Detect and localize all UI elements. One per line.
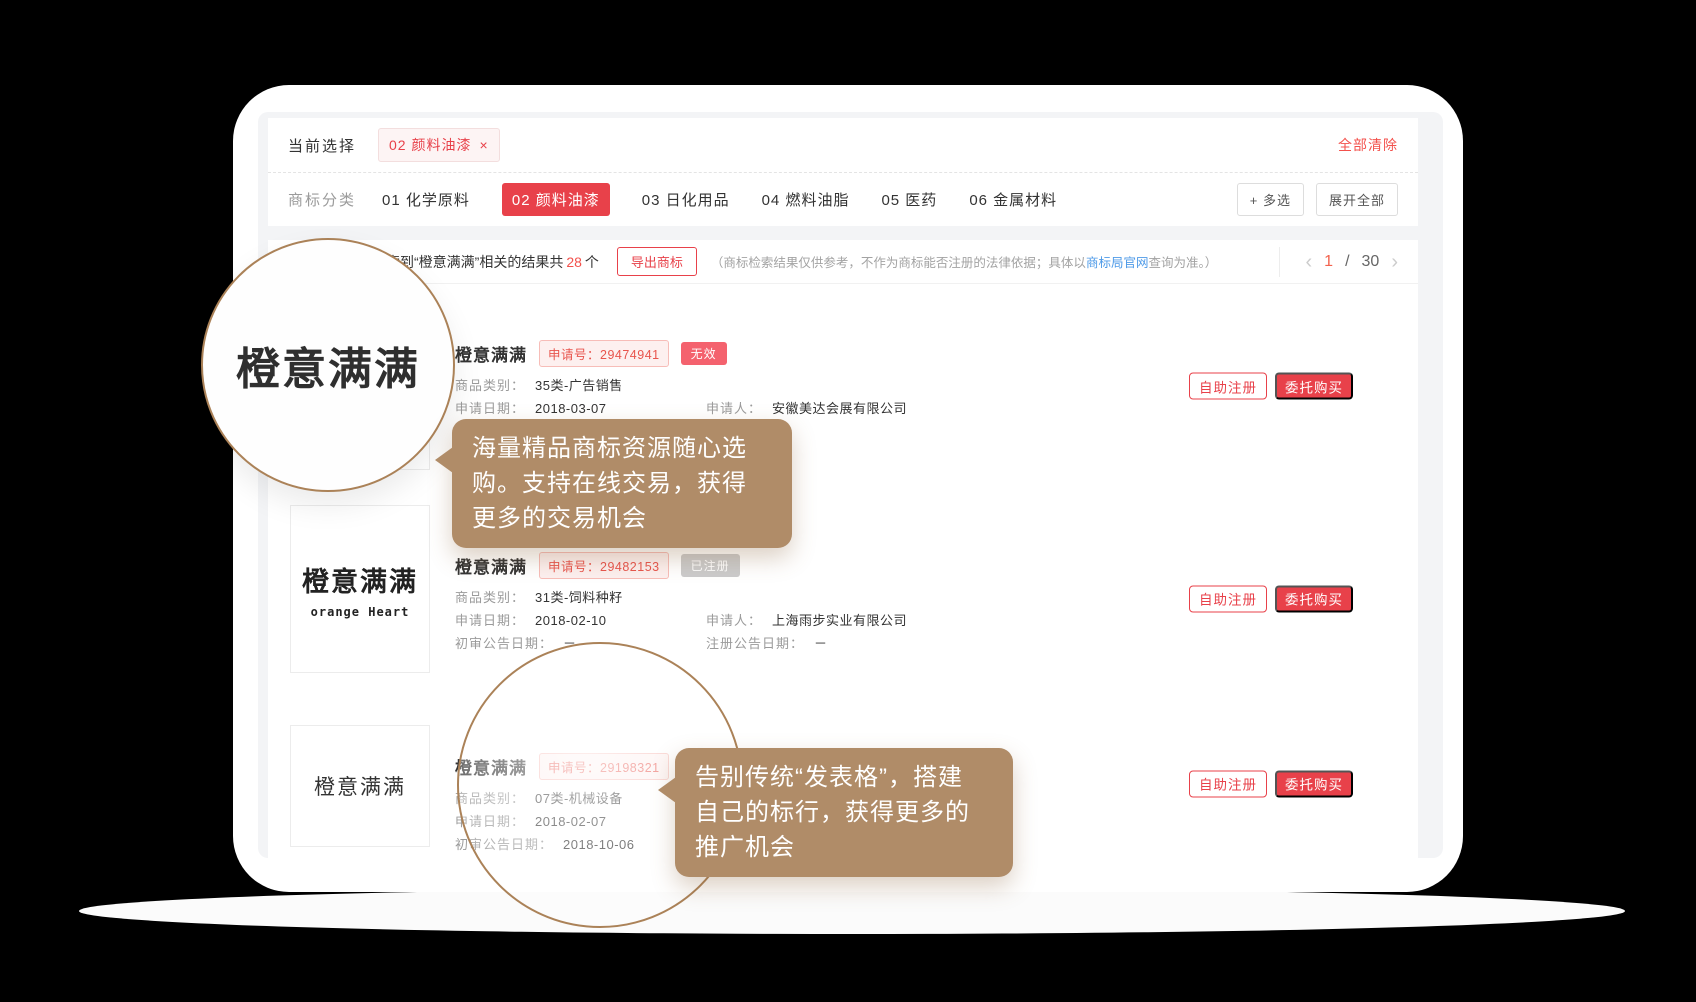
field-label: 商品类别： [455,591,525,605]
category-item[interactable]: 04 燃料油脂 [762,183,850,216]
field-line: 商品类别： 31类-饲料种籽 [455,591,907,605]
field-pair: 申请日期： 2018-02-10 [455,614,706,628]
row-title-line: 橙意满满 申请号：29482153 已注册 [455,552,907,579]
page-screen: 当前选择 02 颜料油漆 × 全部清除 商标分类 01 化学原料02 颜料油漆0… [258,112,1443,858]
category-item[interactable]: 06 金属材料 [969,183,1057,216]
field-line: 商品类别： 35类-广告销售 [455,379,907,393]
results-header: 当前为您在线检索到“橙意满满”相关的结果共28个 导出商标 （商标检索结果仅供参… [268,240,1418,284]
field-value: 35类-广告销售 [535,379,623,393]
entrust-purchase-button[interactable]: 委托购买 [1275,373,1353,400]
field-value: 安徽美达会展有限公司 [772,402,907,416]
tooltip-marketplace: 海量精品商标资源随心选 购。支持在线交易，获得 更多的交易机会 [452,419,792,548]
results-count-suffix: 个 [585,254,599,270]
expand-all-button[interactable]: 展开全部 [1316,183,1398,216]
field-label: 注册公告日期： [706,637,804,651]
trademark-office-link[interactable]: 商标局官网 [1086,256,1149,270]
self-register-button[interactable]: 自助注册 [1189,585,1267,612]
application-number-tag: 申请号：29482153 [539,552,669,579]
field-label: 初审公告日期： [455,637,553,651]
field-pair: 商品类别： 35类-广告销售 [455,379,706,393]
results-count: 28 [563,254,585,270]
status-badge: 已注册 [681,554,740,577]
field-pair: 申请人： 上海雨步实业有限公司 [706,614,907,628]
trademark-image: 橙意满满 [290,725,430,847]
trademark-name: 橙意满满 [455,553,527,578]
field-label: 申请日期： [455,402,525,416]
row-fields: 商品类别： 35类-广告销售申请日期： 2018-03-07 申请人： 安徽美达会展有限… [455,379,907,416]
field-line: 申请日期： 2018-02-10 申请人： 上海雨步实业有限公司 [455,614,907,628]
row-title-line: 橙意满满 申请号：29474941 无效 [455,340,907,367]
filter-panel: 当前选择 02 颜料油漆 × 全部清除 商标分类 01 化学原料02 颜料油漆0… [268,118,1418,226]
close-icon[interactable]: × [479,137,488,153]
self-register-button[interactable]: 自助注册 [1189,373,1267,400]
page-separator: / [1345,253,1349,271]
selected-filter-tag-text: 02 颜料油漆 [389,135,471,155]
field-pair: 商品类别： 31类-饲料种籽 [455,591,706,605]
category-list: 01 化学原料 02 颜料油漆 03 日化用品 04 燃料油脂 05 医药 06 金属材料 [382,183,1057,216]
selected-filter-tag[interactable]: 02 颜料油漆 × [378,128,500,162]
row-actions: 自助注册 委托购买 [1189,373,1353,400]
export-trademarks-button[interactable]: 导出商标 [617,247,697,276]
field-label: 申请人： [706,402,762,416]
pagination: ‹ 1 / 30 › [1279,247,1399,277]
field-value: 31类-饲料种籽 [535,591,623,605]
disclaimer-text-after: 查询为准。） [1148,256,1217,270]
field-value: 2018-03-07 [535,402,607,416]
category-item[interactable]: 01 化学原料 [382,183,470,216]
laptop-base [79,888,1625,934]
prev-page-icon[interactable]: ‹ [1306,252,1313,272]
category-item[interactable]: 03 日化用品 [642,183,730,216]
category-buttons: + 多选 展开全部 [1237,183,1398,216]
status-badge: 无效 [681,342,727,365]
stage: 当前选择 02 颜料油漆 × 全部清除 商标分类 01 化学原料02 颜料油漆0… [0,0,1696,1002]
next-page-icon[interactable]: › [1391,252,1398,272]
field-label: 申请人： [706,614,762,628]
current-selection-label: 当前选择 [288,135,356,156]
entrust-purchase-button[interactable]: 委托购买 [1275,585,1353,612]
field-pair: 注册公告日期： － [706,637,828,651]
field-label: 申请日期： [455,614,525,628]
field-pair: 申请日期： 2018-03-07 [455,402,706,416]
row-actions: 自助注册 委托购买 [1189,585,1353,612]
multi-select-button[interactable]: + 多选 [1237,183,1304,216]
total-pages: 30 [1362,253,1380,271]
trademark-image-text: 橙意满满 [314,771,406,801]
field-label: 商品类别： [455,379,525,393]
clear-all-link[interactable]: 全部清除 [1338,135,1398,155]
field-pair: 申请人： 安徽美达会展有限公司 [706,402,907,416]
category-row: 商标分类 01 化学原料 02 颜料油漆 03 日化用品 04 燃料油脂 05 医药 06… [268,173,1418,225]
disclaimer-text-before: （商标检索结果仅供参考，不作为商标能否注册的法律依据；具体以 [711,256,1086,270]
category-label: 商标分类 [288,189,356,210]
field-value: 上海雨步实业有限公司 [772,614,907,628]
self-register-button[interactable]: 自助注册 [1189,770,1267,797]
tooltip-promotion: 告别传统“发表格”，搭建 自己的标行，获得更多的 推广机会 [675,748,1013,877]
row-fields: 商品类别： 31类-饲料种籽申请日期： 2018-02-10 申请人： 上海雨步实业有限… [455,591,907,651]
application-number-tag: 申请号：29474941 [539,340,669,367]
category-item[interactable]: 05 医药 [881,183,937,216]
field-line: 申请日期： 2018-03-07 申请人： 安徽美达会展有限公司 [455,402,907,416]
category-item[interactable]: 02 颜料油漆 [502,183,610,216]
entrust-purchase-button[interactable]: 委托购买 [1275,770,1353,797]
trademark-name: 橙意满满 [455,341,527,366]
field-value: 2018-02-10 [535,614,607,628]
trademark-image-subtext: orange Heart [311,605,410,619]
current-page: 1 [1324,253,1333,271]
magnified-trademark-text: 橙意满满 [236,333,420,397]
trademark-image-text: 橙意满满 [302,560,418,599]
field-line: 初审公告日期： －注册公告日期： － [455,637,907,651]
trademark-image: 橙意满满 orange Heart [290,505,430,673]
current-selection-row: 当前选择 02 颜料油漆 × 全部清除 [268,118,1418,173]
field-value: － [814,637,828,651]
row-actions: 自助注册 委托购买 [1189,770,1353,797]
results-disclaimer: （商标检索结果仅供参考，不作为商标能否注册的法律依据；具体以商标局官网查询为准。… [711,252,1217,271]
table-row: 橙意满满 orange Heart 橙意满满 申请号：29482153 已注册 … [268,496,1418,701]
magnifier-circle-1: 橙意满满 [201,238,455,492]
